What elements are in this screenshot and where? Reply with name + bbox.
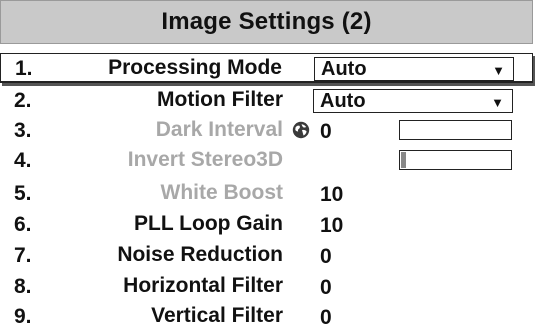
menu-title-bar: Image Settings (2) — [0, 0, 533, 44]
menu-item-processing-mode[interactable]: 1. Processing Mode Auto ▼ — [0, 53, 533, 83]
item-number: 6. — [14, 213, 32, 236]
menu-item-vertical-filter[interactable]: 9. Vertical Filter 0 — [0, 302, 533, 332]
chevron-down-icon: ▼ — [492, 63, 505, 78]
menu-item-motion-filter[interactable]: 2. Motion Filter Auto ▼ — [0, 86, 533, 116]
slider-handle[interactable] — [401, 152, 406, 168]
menu-title: Image Settings (2) — [161, 8, 372, 35]
dropdown-value: Auto — [320, 90, 366, 112]
item-number: 2. — [14, 89, 32, 112]
item-label: Processing Mode — [108, 56, 282, 79]
menu-item-white-boost[interactable]: 5. White Boost 10 — [0, 179, 533, 209]
dark-interval-value: 0 — [320, 120, 332, 143]
item-label: Dark Interval — [155, 118, 283, 141]
globe-icon — [292, 121, 310, 139]
motion-filter-dropdown[interactable]: Auto ▼ — [313, 89, 513, 113]
item-label: Invert Stereo3D — [127, 148, 283, 171]
white-boost-value: 10 — [320, 183, 344, 206]
item-number: 4. — [14, 149, 32, 172]
menu-item-noise-reduction[interactable]: 7. Noise Reduction 0 — [0, 241, 533, 271]
horizontal-filter-value: 0 — [320, 276, 332, 299]
processing-mode-dropdown[interactable]: Auto ▼ — [314, 57, 514, 81]
image-settings-menu: Image Settings (2) 1. Processing Mode Au… — [0, 0, 535, 333]
dark-interval-slider[interactable] — [399, 120, 512, 140]
invert-stereo3d-slider[interactable] — [399, 150, 512, 170]
item-number: 5. — [14, 182, 32, 205]
menu-item-horizontal-filter[interactable]: 8. Horizontal Filter 0 — [0, 272, 533, 302]
menu-item-dark-interval[interactable]: 3. Dark Interval 0 — [0, 116, 533, 146]
item-label: Horizontal Filter — [123, 274, 283, 297]
item-number: 7. — [14, 244, 32, 267]
vertical-filter-value: 0 — [320, 306, 332, 329]
item-number: 3. — [14, 119, 32, 142]
dropdown-value: Auto — [321, 58, 367, 80]
item-number: 1. — [15, 57, 33, 80]
item-label: White Boost — [160, 181, 283, 204]
item-label: Noise Reduction — [117, 243, 283, 266]
menu-item-invert-stereo3d[interactable]: 4. Invert Stereo3D — [0, 146, 533, 176]
chevron-down-icon: ▼ — [491, 95, 504, 110]
item-number: 8. — [14, 275, 32, 298]
noise-reduction-value: 0 — [320, 245, 332, 268]
item-label: Motion Filter — [157, 88, 283, 111]
menu-item-pll-loop-gain[interactable]: 6. PLL Loop Gain 10 — [0, 210, 533, 240]
item-label: Vertical Filter — [151, 304, 283, 327]
item-label: PLL Loop Gain — [134, 212, 283, 235]
pll-loop-gain-value: 10 — [320, 214, 344, 237]
item-number: 9. — [14, 305, 32, 328]
